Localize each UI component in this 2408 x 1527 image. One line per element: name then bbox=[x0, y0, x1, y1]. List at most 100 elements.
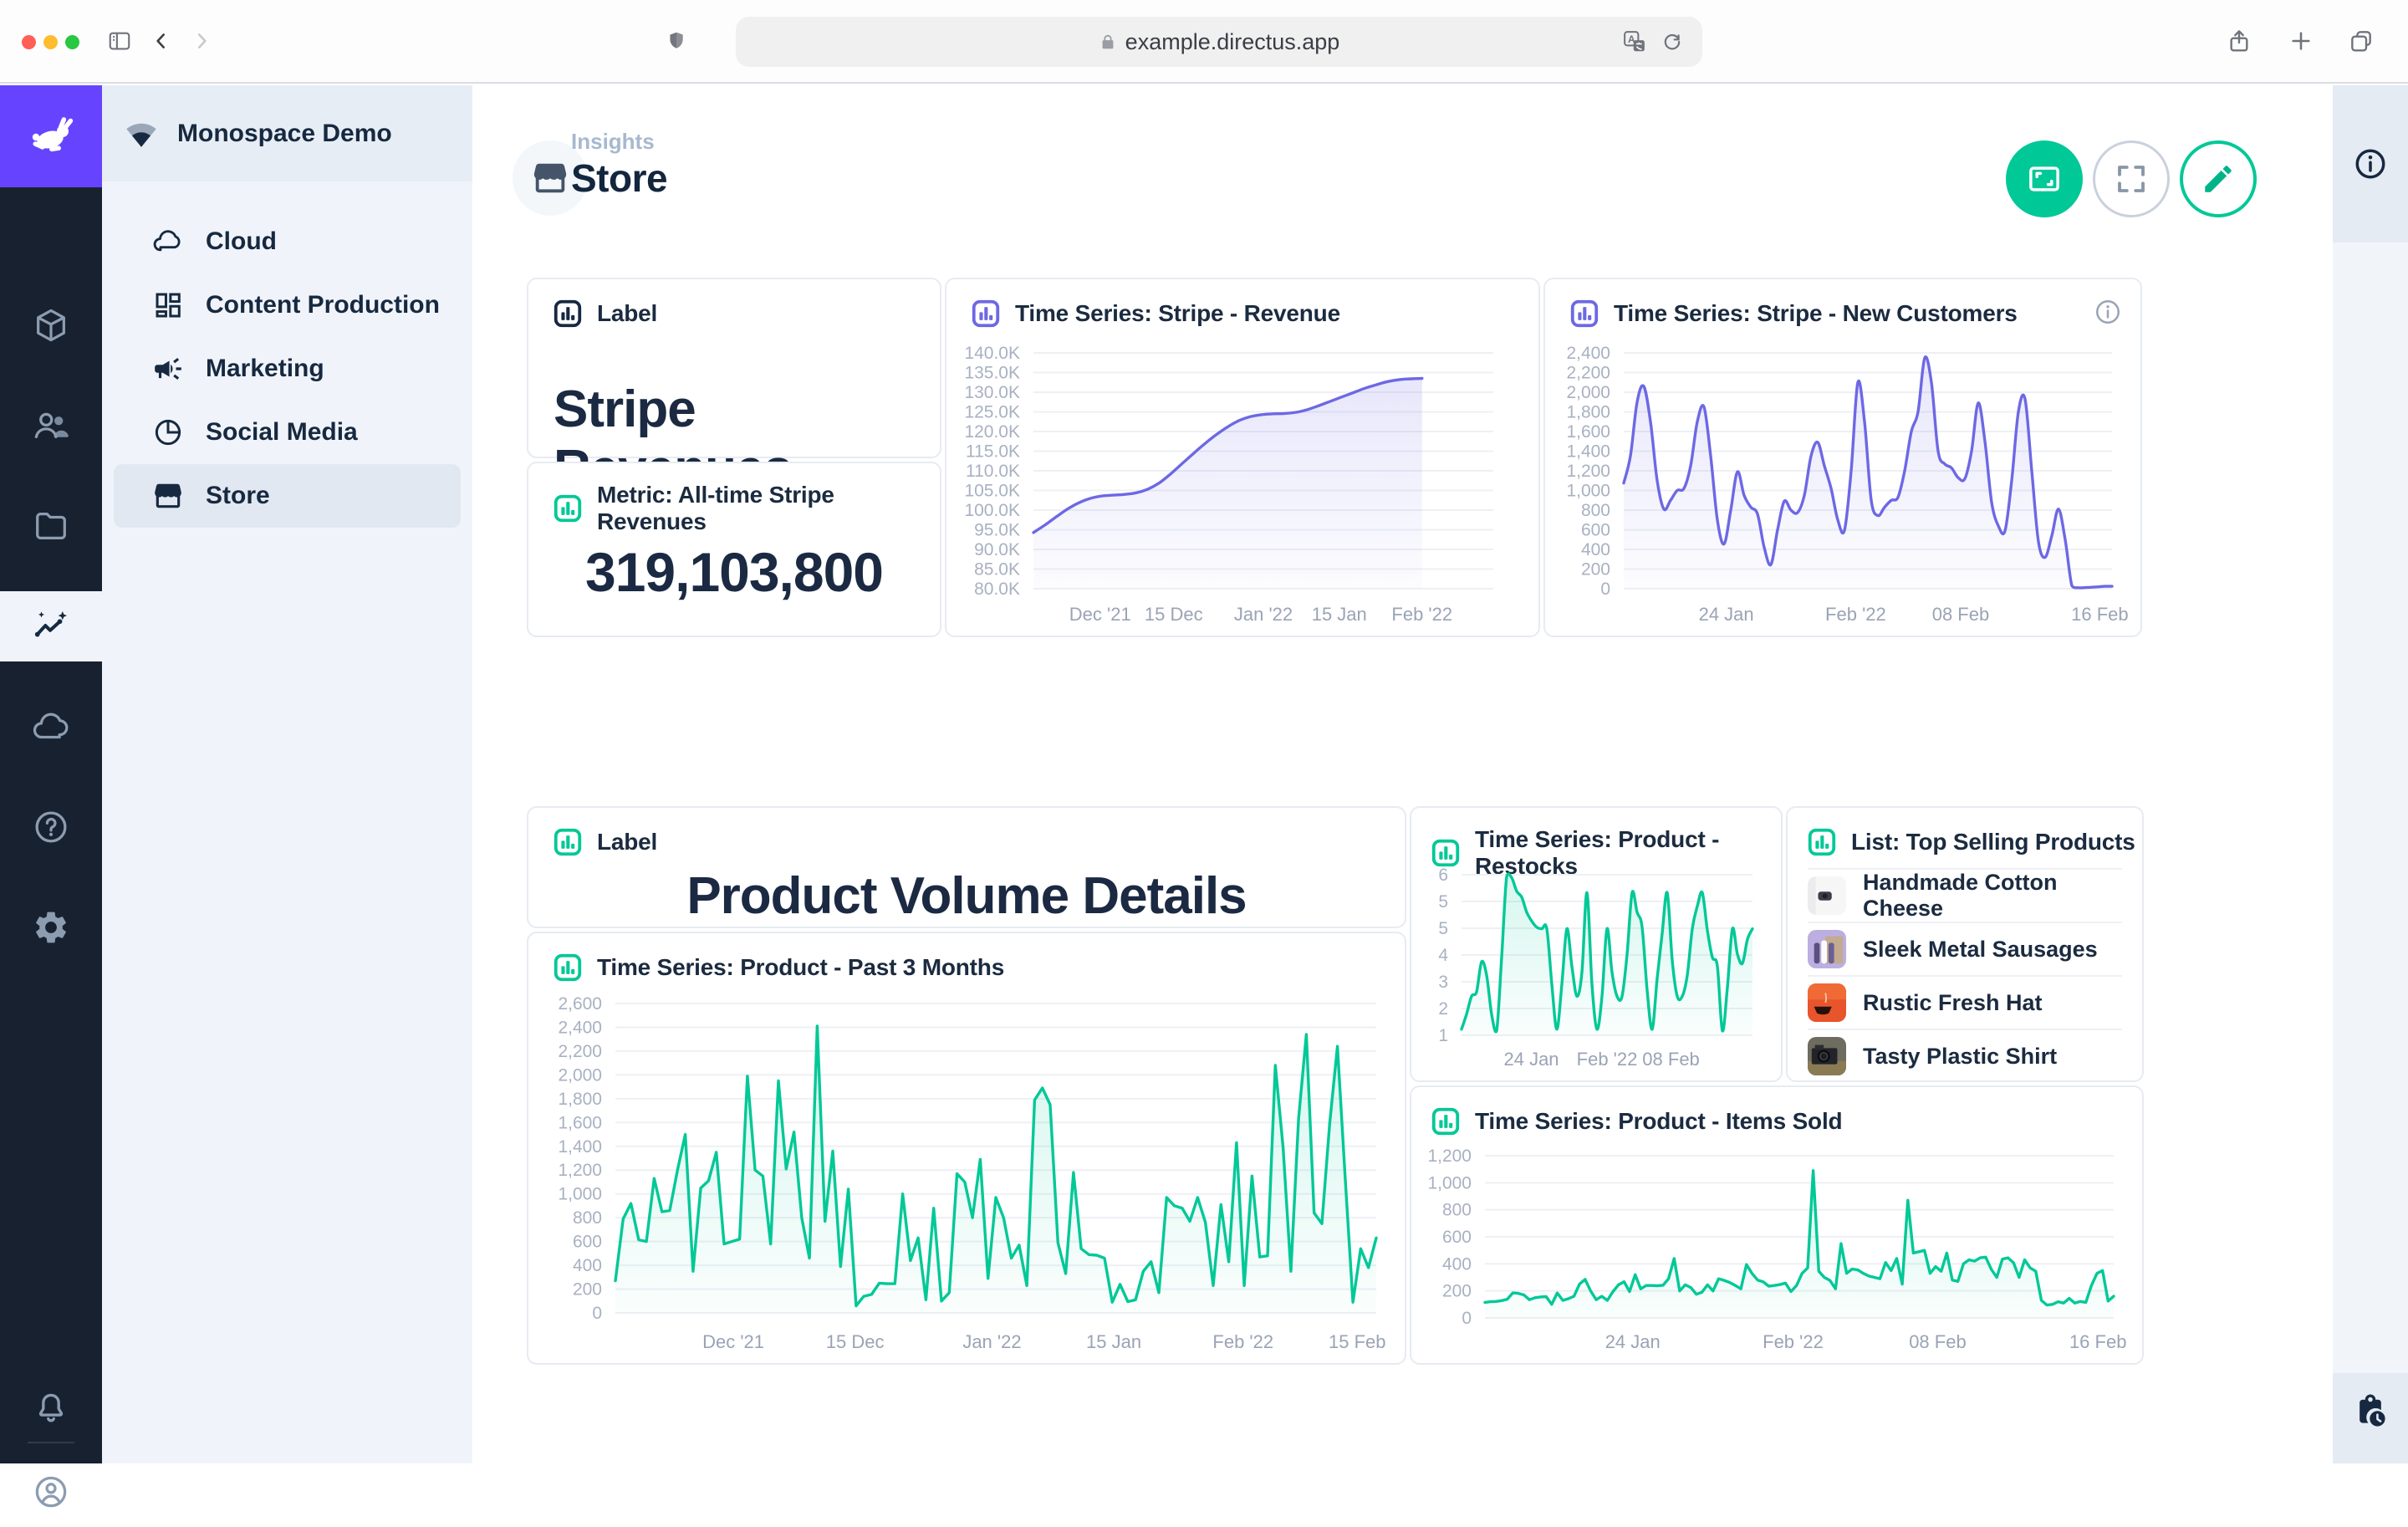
window-close-button[interactable] bbox=[22, 35, 36, 49]
signal-icon bbox=[124, 116, 159, 151]
stripe-revenue-chart: 140.0K135.0K130.0K125.0K120.0K115.0K110.… bbox=[953, 335, 1532, 632]
insights-module-button[interactable] bbox=[0, 591, 102, 661]
module-bar bbox=[0, 85, 102, 1463]
new-tab-icon[interactable] bbox=[2288, 28, 2314, 54]
info-sidebar-button[interactable] bbox=[2333, 85, 2408, 243]
svg-text:Jan '22: Jan '22 bbox=[1234, 604, 1293, 625]
panel-ts-product-past3[interactable]: Time Series: Product - Past 3 Months 2,6… bbox=[527, 932, 1406, 1365]
navigation-sidebar: Monospace Demo Cloud Content Production … bbox=[102, 85, 472, 1463]
panel-title: Time Series: Product - Items Sold bbox=[1475, 1108, 1842, 1135]
window-minimize-button[interactable] bbox=[43, 35, 58, 49]
svg-text:2,600: 2,600 bbox=[558, 994, 602, 1014]
panel-type-icon bbox=[552, 298, 584, 329]
svg-text:3: 3 bbox=[1438, 973, 1448, 992]
directus-logo[interactable] bbox=[0, 85, 102, 187]
window-zoom-button[interactable] bbox=[65, 35, 79, 49]
panel-ts-product-restocks[interactable]: Time Series: Product - Restocks 65543212… bbox=[1410, 806, 1783, 1082]
list-item[interactable]: Tasty Plastic Shirt bbox=[1808, 1029, 2122, 1082]
svg-text:24 Jan: 24 Jan bbox=[1503, 1049, 1559, 1070]
present-button[interactable] bbox=[2006, 140, 2083, 217]
sidebar-toggle-icon[interactable] bbox=[107, 28, 132, 54]
panel-type-icon bbox=[1806, 826, 1838, 858]
list-item[interactable]: Handmade Cotton Cheese bbox=[1808, 868, 2122, 922]
svg-text:1,000: 1,000 bbox=[1566, 482, 1610, 501]
svg-text:0: 0 bbox=[1600, 580, 1610, 599]
svg-text:200: 200 bbox=[573, 1280, 602, 1300]
stripe-new-customers-chart: 2,4002,2002,0001,8001,6001,4001,2001,000… bbox=[1552, 335, 2134, 632]
storefront-icon bbox=[152, 480, 184, 512]
svg-text:800: 800 bbox=[573, 1208, 602, 1228]
user-directory-module-button[interactable] bbox=[0, 391, 102, 461]
right-sidebar bbox=[2329, 85, 2408, 1463]
translate-icon[interactable]: A bbox=[1622, 29, 1647, 54]
panel-ts-product-items-sold[interactable]: Time Series: Product - Items Sold 1,2001… bbox=[1410, 1085, 2144, 1365]
list-item[interactable]: Rustic Fresh Hat bbox=[1808, 975, 2122, 1029]
panel-label-product[interactable]: Label Product Volume Details bbox=[527, 806, 1406, 928]
svg-text:2: 2 bbox=[1438, 999, 1448, 1019]
back-button-icon[interactable] bbox=[150, 30, 172, 52]
product-thumbnail bbox=[1808, 930, 1846, 968]
reload-icon[interactable] bbox=[1661, 30, 1684, 54]
panel-label-stripe[interactable]: Label Stripe Revenues bbox=[527, 278, 941, 458]
sidebar-item-marketing[interactable]: Marketing bbox=[114, 337, 461, 401]
svg-text:Feb '22: Feb '22 bbox=[1391, 604, 1452, 625]
sidebar-item-store[interactable]: Store bbox=[114, 464, 461, 528]
fullscreen-icon bbox=[2114, 161, 2149, 197]
panel-list-top-products[interactable]: List: Top Selling Products Handmade Cott… bbox=[1786, 806, 2144, 1082]
product-name: Sleek Metal Sausages bbox=[1863, 937, 2098, 963]
panel-metric-stripe[interactable]: Metric: All-time Stripe Revenues 319,103… bbox=[527, 462, 941, 637]
storefront-icon bbox=[531, 159, 569, 197]
svg-text:105.0K: 105.0K bbox=[964, 482, 1020, 501]
svg-text:1,800: 1,800 bbox=[1566, 403, 1610, 422]
sidebar-item-label: Content Production bbox=[206, 291, 440, 319]
sidebar-item-label: Store bbox=[206, 482, 270, 510]
address-bar[interactable]: example.directus.app A bbox=[736, 17, 1702, 67]
svg-text:24 Jan: 24 Jan bbox=[1699, 604, 1754, 625]
sidebar-item-label: Cloud bbox=[206, 227, 277, 256]
cloud-module-button[interactable] bbox=[0, 692, 102, 762]
settings-module-button[interactable] bbox=[0, 892, 102, 963]
sidebar-item-content-production[interactable]: Content Production bbox=[114, 273, 461, 337]
help-module-button[interactable] bbox=[0, 792, 102, 862]
user-avatar-button[interactable] bbox=[0, 1457, 102, 1527]
dashboards-list: Cloud Content Production Marketing Socia… bbox=[102, 210, 472, 528]
sidebar-item-cloud[interactable]: Cloud bbox=[114, 210, 461, 273]
rabbit-logo-icon bbox=[24, 110, 78, 163]
panel-info-icon[interactable] bbox=[2094, 298, 2122, 326]
sidebar-item-social-media[interactable]: Social Media bbox=[114, 401, 461, 464]
product-thumbnail bbox=[1808, 983, 1846, 1022]
product-thumbnail bbox=[1808, 876, 1846, 915]
svg-text:08 Feb: 08 Feb bbox=[1932, 604, 1990, 625]
privacy-shield-icon[interactable] bbox=[666, 30, 687, 52]
product-list: Handmade Cotton Cheese Sleek Metal Sausa… bbox=[1808, 868, 2122, 1082]
svg-text:08 Feb: 08 Feb bbox=[1909, 1331, 1967, 1352]
forward-button-icon[interactable] bbox=[191, 30, 212, 52]
product-name: Rustic Fresh Hat bbox=[1863, 990, 2043, 1016]
bell-icon bbox=[33, 1390, 69, 1427]
sidebar-item-label: Marketing bbox=[206, 355, 324, 383]
svg-text:Feb '22: Feb '22 bbox=[1825, 604, 1886, 625]
list-item[interactable]: Sleek Metal Sausages bbox=[1808, 922, 2122, 975]
product-thumbnail bbox=[1808, 1037, 1846, 1075]
panel-type-icon bbox=[552, 952, 584, 983]
svg-text:85.0K: 85.0K bbox=[974, 560, 1020, 580]
svg-text:0: 0 bbox=[592, 1304, 602, 1323]
breadcrumb[interactable]: Insights bbox=[571, 129, 655, 155]
fullscreen-button[interactable] bbox=[2093, 140, 2170, 217]
panel-ts-stripe-new-customers[interactable]: Time Series: Stripe - New Customers 2,40… bbox=[1543, 278, 2142, 637]
activity-log-button[interactable] bbox=[2333, 1373, 2408, 1463]
svg-text:110.0K: 110.0K bbox=[966, 462, 1020, 481]
svg-text:2,000: 2,000 bbox=[1566, 383, 1610, 402]
project-switcher[interactable]: Monospace Demo bbox=[102, 85, 472, 181]
svg-text:1,200: 1,200 bbox=[1427, 1147, 1472, 1166]
label-text: Product Volume Details bbox=[528, 866, 1405, 926]
notifications-button[interactable] bbox=[0, 1373, 102, 1443]
share-icon[interactable] bbox=[2226, 28, 2252, 54]
edit-button[interactable] bbox=[2180, 140, 2257, 217]
svg-text:2,400: 2,400 bbox=[1566, 344, 1610, 363]
tab-overview-icon[interactable] bbox=[2348, 28, 2375, 54]
content-module-button[interactable] bbox=[0, 290, 102, 360]
info-icon bbox=[2353, 146, 2388, 181]
panel-ts-stripe-revenue[interactable]: Time Series: Stripe - Revenue 140.0K135.… bbox=[945, 278, 1540, 637]
file-library-module-button[interactable] bbox=[0, 491, 102, 561]
